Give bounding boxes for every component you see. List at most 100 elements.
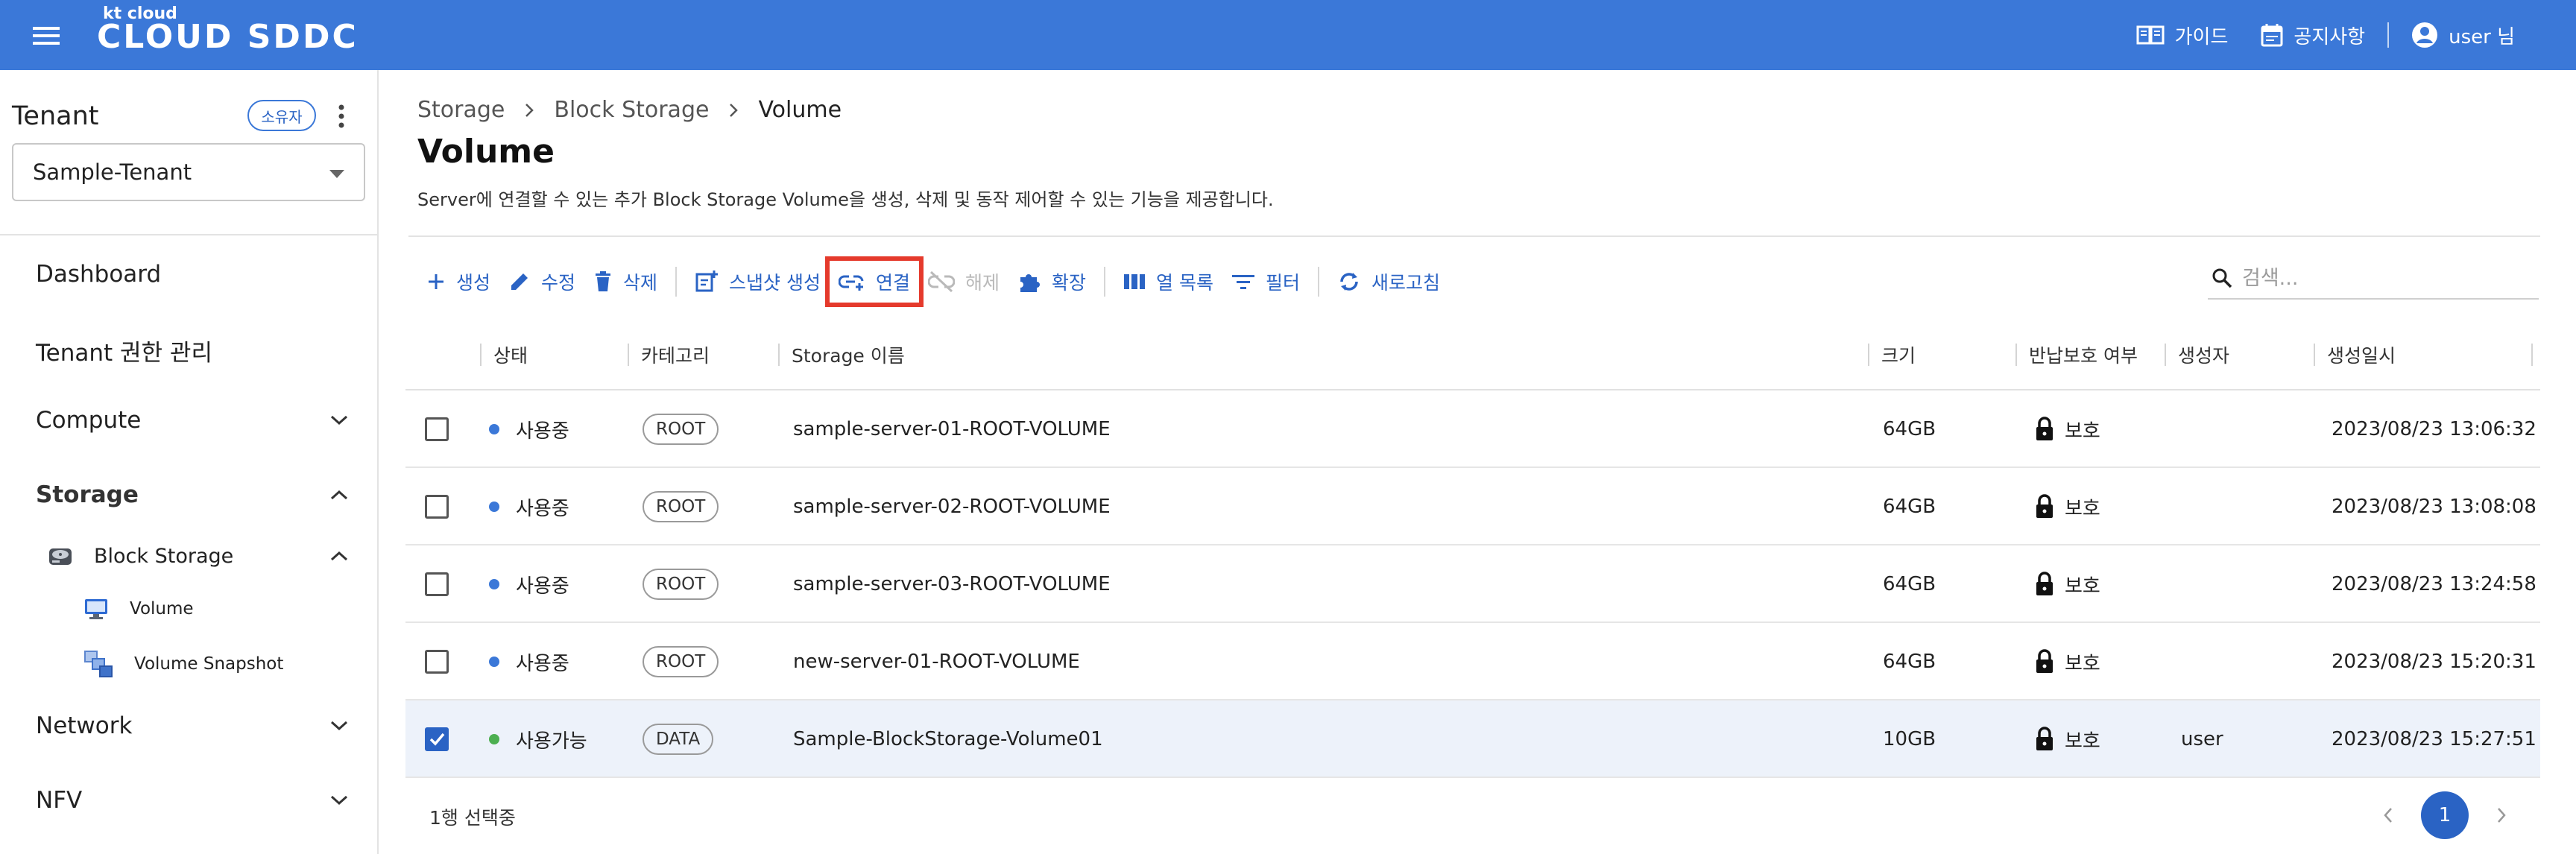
book-icon [2136, 24, 2165, 46]
columns-label: 열 목록 [1156, 272, 1213, 294]
storage-name: Sample-BlockStorage-Volume01 [793, 728, 1103, 750]
chevron-down-icon [329, 720, 349, 732]
columns-button[interactable]: 열 목록 [1114, 261, 1222, 303]
table-row[interactable]: 사용중 ROOT sample-server-01-ROOT-VOLUME 64… [405, 390, 2540, 468]
logo-big-text: CLOUD SDDC [97, 18, 359, 56]
create-snapshot-label: 스냅샷 생성 [729, 272, 821, 294]
sidebar-divider [0, 234, 379, 235]
column-header-size[interactable]: 크기 [1868, 319, 1916, 390]
created-date: 2023/08/23 13:08:08 [2332, 496, 2536, 518]
app-logo[interactable]: kt cloud CLOUD SDDC [97, 4, 359, 54]
table-header: 상태 카테고리 Storage 이름 크기 반납보호 여부 생성자 생성일시 [405, 319, 2540, 390]
user-menu[interactable]: user 님 [2395, 22, 2531, 49]
page-button[interactable]: 1 [2421, 791, 2469, 839]
lock-icon [2035, 572, 2054, 597]
create-label: 생성 [456, 272, 491, 294]
user-label: user 님 [2449, 25, 2515, 48]
column-header-category[interactable]: 카테고리 [628, 319, 710, 390]
page-title: Volume [417, 133, 555, 171]
storage-name: new-server-01-ROOT-VOLUME [793, 651, 1080, 673]
sidebar-item-storage[interactable]: Storage [36, 481, 349, 508]
create-button[interactable]: 생성 [417, 261, 499, 303]
column-header-protection[interactable]: 반납보호 여부 [2015, 319, 2138, 390]
column-header-storage-name[interactable]: Storage 이름 [778, 319, 905, 390]
creator-text: user [2181, 728, 2223, 750]
column-resize-handle [2531, 319, 2533, 390]
created-date: 2023/08/23 15:20:31 [2332, 651, 2536, 673]
attach-button[interactable]: 연결 [824, 256, 924, 307]
status-dot-icon [489, 502, 499, 512]
column-header-creator[interactable]: 생성자 [2165, 319, 2229, 390]
search-input[interactable] [2242, 266, 2525, 290]
status-text: 사용중 [516, 652, 569, 675]
sidebar-item-network[interactable]: Network [36, 712, 349, 739]
search-box [2208, 258, 2539, 300]
chevron-right-icon[interactable] [2496, 806, 2507, 824]
breadcrumb-storage[interactable]: Storage [417, 97, 505, 123]
edit-label: 수정 [541, 272, 576, 294]
table-row[interactable]: 사용중 ROOT sample-server-02-ROOT-VOLUME 64… [405, 468, 2540, 545]
pencil-icon [508, 271, 531, 293]
breadcrumb-block-storage[interactable]: Block Storage [554, 97, 709, 123]
menu-icon[interactable] [28, 21, 64, 51]
sidebar-item-label: Compute [36, 407, 142, 434]
sidebar-item-label: Storage [36, 481, 139, 508]
sidebar-item-tenant-permissions[interactable]: Tenant 권한 관리 [36, 334, 349, 367]
row-checkbox[interactable] [425, 650, 449, 674]
sidebar-item-volume-snapshot[interactable]: Volume Snapshot [83, 650, 283, 678]
sidebar-item-compute[interactable]: Compute [36, 407, 349, 434]
tenant-select[interactable]: Sample-Tenant [12, 143, 365, 201]
row-checkbox[interactable] [425, 417, 449, 441]
sidebar-item-nfv[interactable]: NFV [36, 787, 349, 814]
toolbar-divider [1318, 267, 1320, 297]
protection-text: 보호 [2065, 575, 2100, 598]
extend-button[interactable]: 확장 [1008, 261, 1095, 303]
delete-button[interactable]: 삭제 [584, 261, 666, 303]
dropdown-arrow-icon [329, 170, 344, 178]
create-snapshot-button[interactable]: 스냅샷 생성 [686, 261, 830, 303]
hard-drive-icon [48, 544, 73, 568]
status-dot-icon [489, 657, 499, 667]
row-checkbox[interactable] [425, 495, 449, 519]
status-text: 사용중 [516, 420, 569, 443]
sidebar-item-volume[interactable]: Volume [83, 598, 194, 620]
breadcrumb-volume: Volume [758, 97, 842, 123]
created-date: 2023/08/23 13:24:58 [2332, 573, 2536, 595]
view-column-icon [1123, 273, 1146, 291]
guide-link[interactable]: 가이드 [2120, 22, 2245, 49]
extend-label: 확장 [1052, 272, 1087, 294]
row-checkbox[interactable] [425, 727, 449, 751]
toolbar: 생성 수정 삭제 스냅샷 생성 연결 해제 확장 열 목록 필터 새로고침 [417, 256, 1449, 307]
filter-label: 필터 [1266, 272, 1301, 294]
sidebar-item-label: Dashboard [36, 261, 162, 288]
selection-count: 1행 선택중 [429, 807, 516, 829]
chevron-left-icon[interactable] [2382, 806, 2394, 824]
sidebar-item-label: NFV [36, 787, 83, 814]
edit-button[interactable]: 수정 [499, 261, 584, 303]
snapshot-icon [83, 650, 113, 678]
column-header-status[interactable]: 상태 [480, 319, 528, 390]
refresh-button[interactable]: 새로고침 [1328, 261, 1449, 303]
protection-text: 보호 [2065, 497, 2100, 520]
filter-button[interactable]: 필터 [1222, 261, 1309, 303]
protection-text: 보호 [2065, 652, 2100, 675]
chevron-down-icon [329, 414, 349, 426]
sidebar-item-dashboard[interactable]: Dashboard [36, 261, 349, 288]
sidebar-item-label: Tenant 권한 관리 [36, 340, 212, 367]
table-row[interactable]: 사용가능 DATA Sample-BlockStorage-Volume01 1… [405, 700, 2540, 778]
notice-link[interactable]: 공지사항 [2244, 22, 2381, 49]
sidebar-item-block-storage[interactable]: Block Storage [48, 544, 349, 568]
chevron-right-icon [728, 102, 739, 118]
monitor-icon [83, 598, 109, 620]
table-row[interactable]: 사용중 ROOT sample-server-03-ROOT-VOLUME 64… [405, 545, 2540, 623]
top-divider [2387, 22, 2390, 48]
column-header-created[interactable]: 생성일시 [2314, 319, 2396, 390]
more-vert-icon[interactable] [332, 101, 350, 131]
category-chip: ROOT [643, 491, 719, 522]
size-value: 64GB [1883, 651, 1936, 673]
row-checkbox[interactable] [425, 572, 449, 596]
detach-button[interactable]: 해제 [919, 261, 1008, 303]
note-add-icon [695, 270, 719, 294]
chevron-right-icon [524, 102, 534, 118]
table-row[interactable]: 사용중 ROOT new-server-01-ROOT-VOLUME 64GB … [405, 623, 2540, 700]
